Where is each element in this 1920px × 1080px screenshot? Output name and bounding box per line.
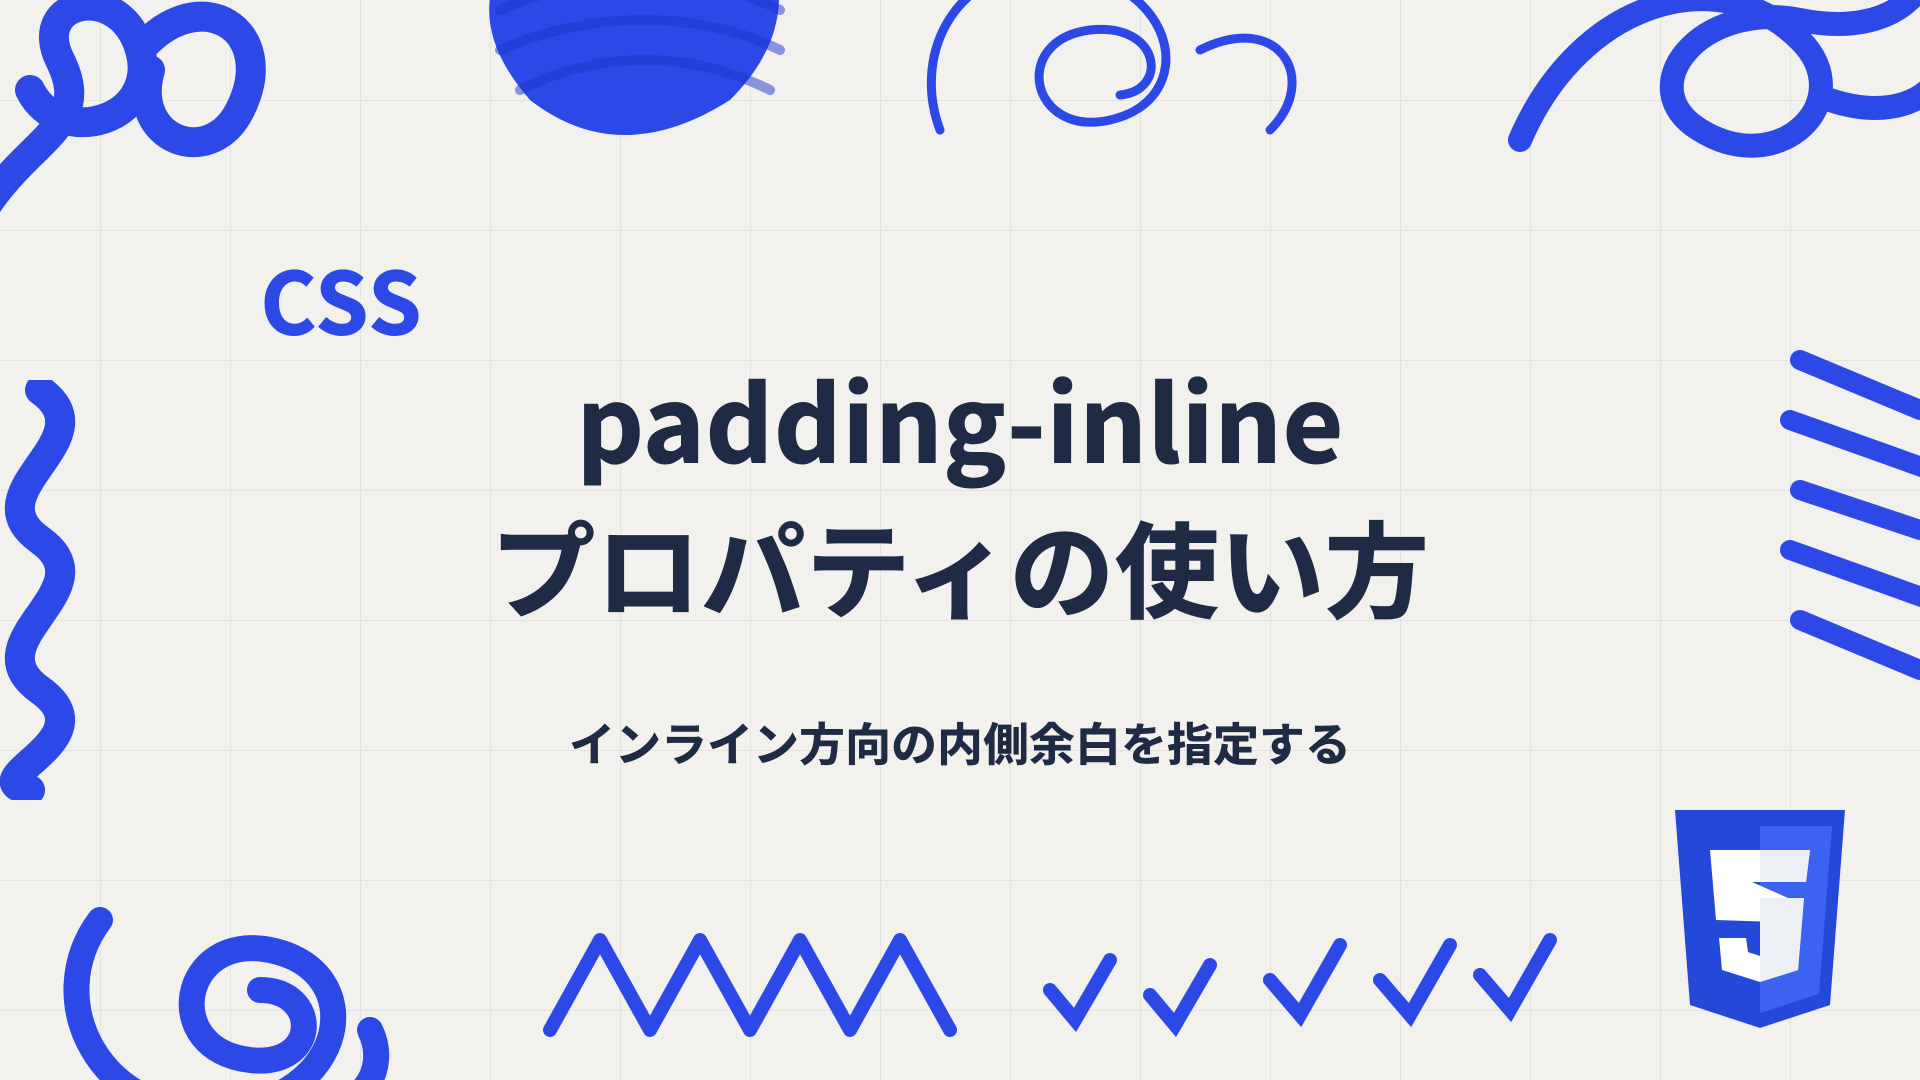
content-area: CSS padding-inline プロパティの使い方 インライン方向の内側余… — [0, 0, 1920, 1080]
category-tag: CSS — [260, 235, 423, 360]
css3-shield-icon — [1660, 810, 1860, 1040]
title-line-2: プロパティの使い方 — [491, 489, 1430, 641]
title-line-1: padding-inline — [576, 342, 1344, 494]
page-subtitle: インライン方向の内側余白を指定する — [569, 709, 1351, 775]
page-title: padding-inline プロパティの使い方 — [491, 345, 1430, 639]
